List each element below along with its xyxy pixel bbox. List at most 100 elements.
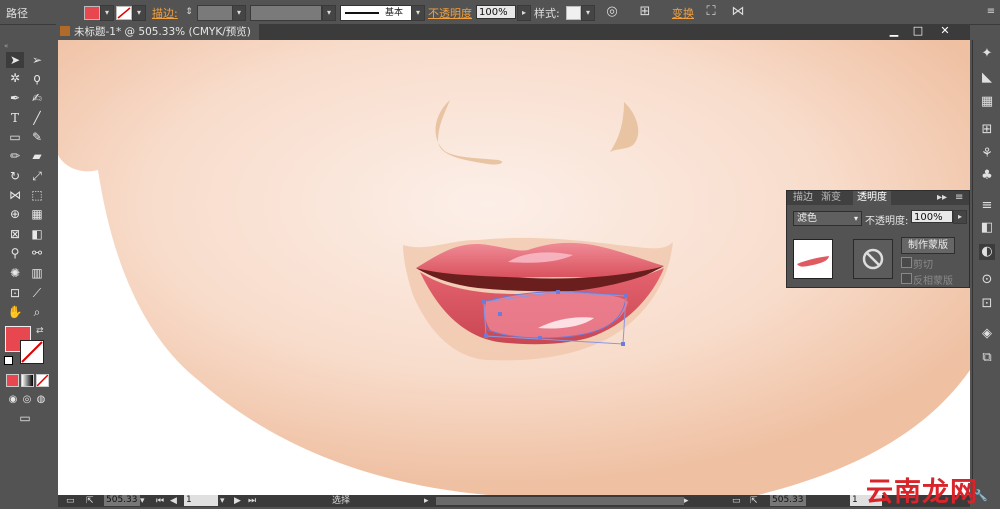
magic-wand-icon[interactable]: ✲ (6, 70, 24, 86)
perspective-grid-tool-icon[interactable]: ▦ (28, 206, 46, 222)
panel-opacity-field[interactable]: 100% (911, 210, 953, 223)
pen-tool-icon[interactable]: ✒ (6, 90, 24, 106)
next-artboard-icon[interactable]: ▶ (234, 495, 241, 507)
color-panel-icon[interactable]: ✦ (979, 46, 995, 62)
arrange-options-icon[interactable]: ⋈ (728, 5, 748, 19)
mesh-tool-icon[interactable]: ⊠ (6, 226, 24, 242)
restore-button[interactable]: □ (907, 24, 929, 38)
align-options-icon[interactable]: ⊞ (636, 5, 654, 19)
draw-inside-icon[interactable]: ◍ (32, 392, 50, 408)
slice-tool-icon[interactable]: ⟋ (28, 285, 46, 301)
brush-profile-field[interactable]: 基本 (340, 5, 412, 21)
symbols-panel-icon[interactable]: ♣ (979, 168, 995, 184)
symbol-sprayer-tool-icon[interactable]: ✺ (6, 265, 24, 281)
variable-width-profile[interactable] (250, 5, 322, 21)
toolbox-grip[interactable]: « (4, 42, 52, 50)
default-colors-icon[interactable] (4, 356, 13, 365)
pencil-tool-icon[interactable]: ✏ (6, 148, 24, 164)
type-tool-icon[interactable]: T (6, 110, 24, 126)
panel-menu-icon[interactable]: ≡ (955, 191, 963, 205)
stroke-dropdown-arrow[interactable]: ▾ (132, 5, 146, 21)
stroke-swatch[interactable] (116, 6, 132, 20)
page-dropdown-icon[interactable]: ▾ (220, 495, 225, 507)
first-artboard-icon[interactable]: ⏮ (156, 495, 164, 507)
opacity-label[interactable]: 不透明度 (428, 5, 472, 21)
graphic-style-swatch[interactable] (566, 6, 581, 20)
artboard-nav-icon[interactable]: ▭ (66, 495, 75, 507)
variable-width-arrow[interactable]: ▾ (322, 5, 336, 21)
page-field[interactable]: 1 (184, 495, 218, 506)
zoom-dropdown-icon[interactable]: ▾ (140, 495, 145, 507)
swap-colors-icon[interactable]: ⇄ (36, 326, 44, 336)
close-button[interactable]: ✕ (934, 24, 956, 38)
zoom-tool-icon[interactable]: ⌕ (28, 304, 46, 320)
tab-transparency[interactable]: 透明度 (853, 191, 891, 205)
lasso-icon[interactable]: ϙ (28, 70, 46, 86)
brush-profile-arrow[interactable]: ▾ (411, 5, 425, 21)
gradient-mode-icon[interactable] (21, 374, 34, 387)
document-tab[interactable]: 未标题-1* @ 505.33% (CMYK/预览) (56, 24, 259, 40)
transform-label[interactable]: 变换 (672, 5, 694, 21)
opacity-arrow[interactable]: ▸ (517, 5, 531, 21)
artboard-tool-icon[interactable]: ⊡ (6, 285, 24, 301)
direct-selection-tool-icon[interactable]: ➢ (28, 52, 46, 68)
artboard-nav-icon-right[interactable]: ▭ (732, 495, 741, 507)
paintbrush-tool-icon[interactable]: ✎ (28, 129, 46, 145)
invert-mask-checkbox[interactable] (901, 273, 912, 284)
opacity-field[interactable]: 100% (476, 5, 516, 19)
artboards-panel-icon[interactable]: ⧉ (979, 350, 995, 366)
free-transform-tool-icon[interactable]: ⬚ (28, 187, 46, 203)
rectangle-tool-icon[interactable]: ▭ (6, 129, 24, 145)
last-artboard-icon[interactable]: ⏭ (248, 495, 256, 507)
shape-builder-tool-icon[interactable]: ⊕ (6, 206, 24, 222)
stroke-weight-arrow[interactable]: ▾ (232, 5, 246, 21)
status-menu-icon[interactable]: ▸ (424, 495, 429, 507)
zoom-field[interactable]: 505.33 (104, 495, 140, 506)
appearance-panel-icon[interactable]: ⊙ (979, 272, 995, 288)
panel-opacity-arrow[interactable]: ▸ (953, 210, 967, 224)
stroke-panel-icon[interactable]: ≡ (979, 198, 995, 214)
stroke-weight-field[interactable] (197, 5, 233, 21)
export-icon-right[interactable]: ⇱ (750, 495, 758, 507)
tab-stroke[interactable]: 描边 (793, 191, 813, 205)
zoom-field-right[interactable]: 505.33 (770, 495, 806, 506)
column-graph-tool-icon[interactable]: ▥ (28, 265, 46, 281)
width-tool-icon[interactable]: ⋈ (6, 187, 24, 203)
tab-gradient[interactable]: 渐变 (821, 191, 841, 205)
mask-thumbnail[interactable] (853, 239, 893, 279)
transparency-panel-icon[interactable]: ◐ (979, 244, 995, 260)
none-mode-icon[interactable] (36, 374, 49, 387)
gradient-panel-icon[interactable]: ◧ (979, 220, 995, 236)
line-tool-icon[interactable]: ╱ (28, 110, 46, 126)
scale-tool-icon[interactable]: ⤢ (28, 168, 46, 184)
layers-panel-icon[interactable]: ◈ (979, 326, 995, 342)
prev-artboard-icon[interactable]: ◀ (170, 495, 177, 507)
eyedropper-tool-icon[interactable]: ⚲ (6, 245, 24, 261)
export-icon[interactable]: ⇱ (86, 495, 94, 507)
minimize-button[interactable]: ▁ (883, 24, 905, 38)
panel-collapse-icon[interactable]: ▸▸ (937, 191, 947, 205)
rotate-tool-icon[interactable]: ↻ (6, 168, 24, 184)
screen-mode-icon[interactable]: ▭ (16, 410, 34, 426)
selection-tool-icon[interactable]: ➤ (6, 52, 24, 68)
stroke-color-box[interactable] (20, 340, 44, 364)
swatch-grid-icon[interactable]: ⊞ (979, 122, 995, 138)
color-guide-icon[interactable]: ◣ (979, 70, 995, 86)
stroke-stepper[interactable]: ⇕ (184, 5, 194, 19)
gradient-tool-icon[interactable]: ◧ (28, 226, 46, 242)
horizontal-scrollbar[interactable] (436, 497, 684, 505)
blend-mode-select[interactable]: 滤色 ▾ (793, 211, 862, 226)
graphic-styles-icon[interactable]: ⊡ (979, 296, 995, 312)
hand-tool-icon[interactable]: ✋ (6, 304, 24, 320)
eraser-tool-icon[interactable]: ▰ (28, 148, 46, 164)
isolate-object-icon[interactable]: ⛶ (703, 5, 719, 19)
swatches-panel-icon[interactable]: ▦ (979, 94, 995, 110)
scroll-right-icon[interactable]: ▸ (684, 495, 689, 507)
brushes-panel-icon[interactable]: ⚘ (979, 146, 995, 162)
make-mask-button[interactable]: 制作蒙版 (901, 237, 955, 254)
graphic-style-arrow[interactable]: ▾ (581, 5, 595, 21)
fill-dropdown-arrow[interactable]: ▾ (100, 5, 114, 21)
curvature-tool-icon[interactable]: ✍ (28, 90, 46, 106)
fill-swatch[interactable] (84, 6, 100, 20)
stroke-label[interactable]: 描边: (152, 5, 178, 21)
